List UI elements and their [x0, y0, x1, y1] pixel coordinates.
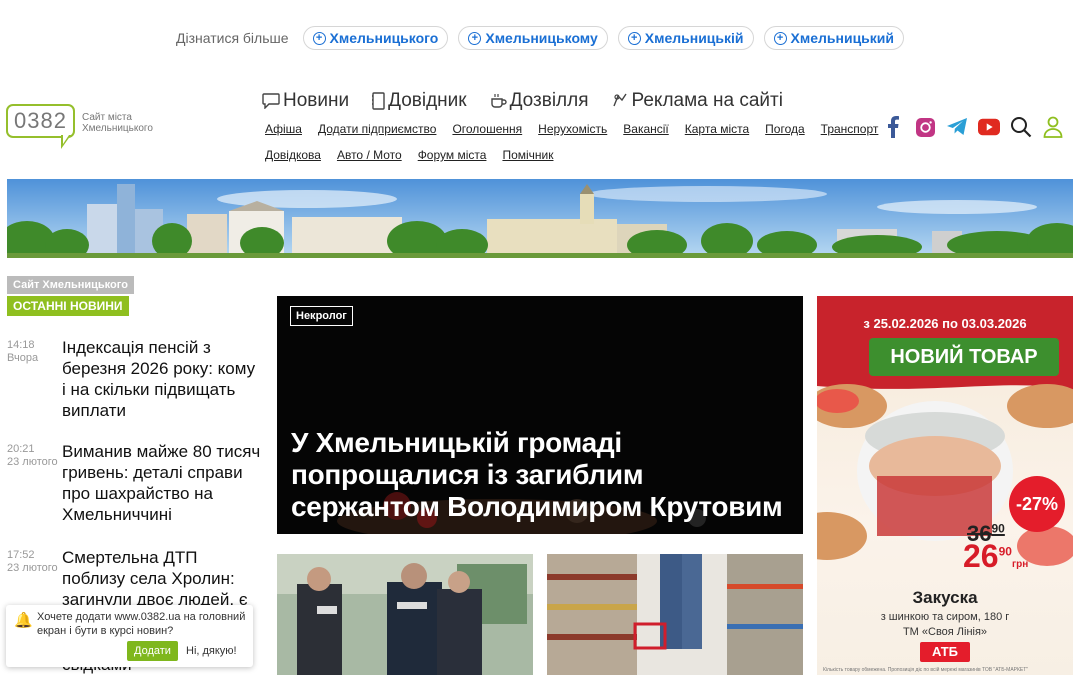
news-time: 20:21 23 лютого [7, 443, 58, 468]
plus-icon: + [773, 31, 787, 45]
facebook-icon[interactable] [882, 116, 904, 138]
user-icon[interactable] [1042, 116, 1064, 138]
sub-nav-city-map[interactable]: Карта міста [685, 122, 749, 136]
search-icon[interactable] [1010, 116, 1032, 138]
nav-advertising-label: Реклама на сайті [631, 90, 783, 111]
nav-advertising[interactable]: Реклама на сайті [611, 90, 783, 112]
latest-news-tag[interactable]: ОСТАННІ НОВИНИ [7, 296, 129, 316]
main-nav: Новини Довідник Дозвілля Реклама на сайт… [262, 90, 783, 112]
ad-new-price: 2690грн [963, 538, 1029, 574]
plus-icon: + [468, 31, 482, 45]
officers-photo [277, 554, 533, 675]
panorama-image [7, 179, 1073, 258]
nav-news-label: Новини [283, 90, 350, 111]
sub-nav-add-business[interactable]: Додати підприємство [318, 122, 436, 136]
news-item[interactable]: 14:18 Вчора Індексація пенсій з березня 2… [7, 337, 257, 420]
featured-title[interactable]: У Хмельницькій громаді попрощалися із за… [291, 427, 791, 523]
sub-nav-forum[interactable]: Форум міста [418, 148, 487, 162]
sub-nav-weather[interactable]: Погода [765, 122, 805, 136]
telegram-icon[interactable] [946, 116, 968, 138]
sub-nav-jobs[interactable]: Вакансії [623, 122, 669, 136]
supermarket-photo [547, 554, 803, 675]
nav-news[interactable]: Новини [262, 90, 349, 112]
push-prompt-text: Хочете додати www.0382.ua на головний ек… [37, 611, 246, 637]
news-time: 14:18 Вчора [7, 339, 39, 364]
article-thumbnail[interactable] [277, 554, 533, 675]
ad-product-name: Закуска [912, 588, 978, 607]
ad-fine-print: Кількість товару обмежена. Пропозиція ді… [823, 667, 1029, 673]
sub-nav-transport[interactable]: Транспорт [821, 122, 879, 136]
site-tag[interactable]: Сайт Хмельницького [7, 276, 134, 294]
logo-bubble-tail-inner [63, 135, 69, 144]
logo-tagline: Сайт міста Хмельницького [82, 112, 153, 134]
ad-ribbon: НОВИЙ ТОВАР [869, 338, 1059, 376]
sub-nav-row-2: Довідкова Авто / Мото Форум міста Помічн… [265, 148, 553, 162]
featured-article[interactable]: Некролог У Хмельницькій громаді попрощал… [277, 296, 803, 534]
site-logo[interactable]: 0382 Сайт міста Хмельницького [6, 104, 166, 154]
sub-nav-classifieds[interactable]: Оголошення [452, 122, 522, 136]
nav-directory[interactable]: Довідник [371, 90, 467, 112]
plus-icon: + [312, 31, 326, 45]
article-thumbnail[interactable] [547, 554, 803, 675]
news-title[interactable]: Індексація пенсій з березня 2026 року: к… [62, 337, 262, 421]
push-decline-button[interactable]: Ні, дякую! [186, 641, 237, 661]
news-time: 17:52 23 лютого [7, 549, 58, 574]
sub-nav-assistant[interactable]: Помічник [502, 148, 553, 162]
learn-more-label: Дізнатися більше [175, 30, 289, 46]
news-item[interactable]: 20:21 23 лютого Виманив майже 80 тисяч гр… [7, 441, 260, 524]
nav-directory-label: Довідник [388, 90, 467, 111]
sub-nav-row-1: Афіша Додати підприємство Оголошення Нер… [265, 122, 878, 136]
learn-more-pill-3[interactable]: + Хмельницькій [617, 26, 754, 50]
ad-product-desc: з шинкою та сиром, 180 г ТМ «Своя Лінія» [880, 611, 1010, 638]
youtube-icon[interactable] [978, 116, 1000, 138]
chat-icon [262, 93, 280, 109]
learn-more-pill-2[interactable]: + Хмельницькому [458, 26, 608, 50]
push-subscribe-prompt: 🔔 Хочете додати www.0382.ua на головний … [6, 605, 253, 667]
plus-icon: + [627, 31, 641, 45]
learn-more-pill-1[interactable]: + Хмельницького [302, 26, 449, 50]
news-title[interactable]: Виманив майже 80 тисяч гривень: деталі с… [62, 441, 262, 525]
learn-more-bar: Дізнатися більше + Хмельницького + Хмельни… [0, 25, 1080, 51]
social-icons [882, 116, 1064, 138]
advertisement-banner[interactable]: з 25.02.2026 по 03.03.2026 НОВИЙ ТОВАР -… [817, 296, 1073, 675]
bell-icon: 🔔 [14, 612, 33, 629]
sub-nav-real-estate[interactable]: Нерухомість [538, 122, 607, 136]
ad-discount-badge: -27% [1009, 476, 1065, 532]
logo-code: 0382 [6, 104, 75, 138]
featured-category-tag[interactable]: Некролог [290, 306, 353, 326]
nav-leisure-label: Дозвілля [509, 90, 589, 111]
store-logo: АТБ [920, 642, 970, 662]
book-icon [372, 92, 385, 110]
news-item[interactable]: 17:52 23 лютого Смертельна ДТП поблизу се… [7, 547, 257, 630]
sub-nav-auto[interactable]: Авто / Мото [337, 148, 402, 162]
instagram-icon[interactable] [914, 116, 936, 138]
push-allow-button[interactable]: Додати [127, 641, 178, 661]
city-panorama-banner [7, 179, 1073, 258]
ad-date-range: з 25.02.2026 по 03.03.2026 [863, 316, 1027, 331]
megaphone-icon [612, 93, 627, 107]
learn-more-pill-4[interactable]: + Хмельницький [763, 26, 905, 50]
sub-nav-reference[interactable]: Довідкова [265, 148, 321, 162]
cup-icon [490, 94, 507, 108]
nav-leisure[interactable]: Дозвілля [489, 90, 589, 112]
sub-nav-poster[interactable]: Афіша [265, 122, 302, 136]
